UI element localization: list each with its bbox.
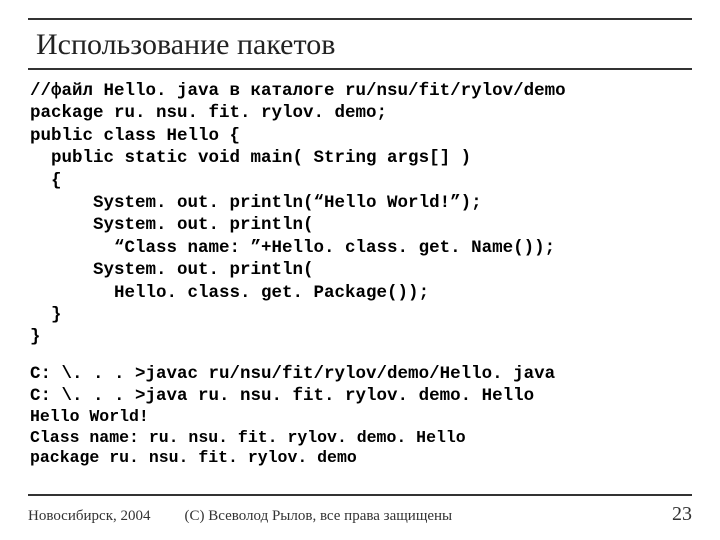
spacer	[28, 349, 692, 363]
footer-copyright: (С) Всеволод Рылов, все права защищены	[184, 508, 672, 525]
output-block: Hello World! Class name: ru. nsu. fit. r…	[30, 407, 692, 467]
title-underline	[28, 68, 692, 70]
slide: Использование пакетов //файл Hello. java…	[0, 0, 720, 540]
footer-page-number: 23	[672, 503, 692, 526]
footer-place: Новосибирск, 2004	[28, 508, 150, 525]
slide-title: Использование пакетов	[36, 28, 692, 62]
footer-rule	[28, 494, 692, 496]
top-rule	[28, 18, 692, 20]
shell-block: C: \. . . >javac ru/nsu/fit/rylov/demo/H…	[30, 363, 692, 408]
footer: Новосибирск, 2004 (С) Всеволод Рылов, вс…	[28, 503, 692, 526]
code-block: //файл Hello. java в каталоге ru/nsu/fit…	[30, 80, 692, 349]
